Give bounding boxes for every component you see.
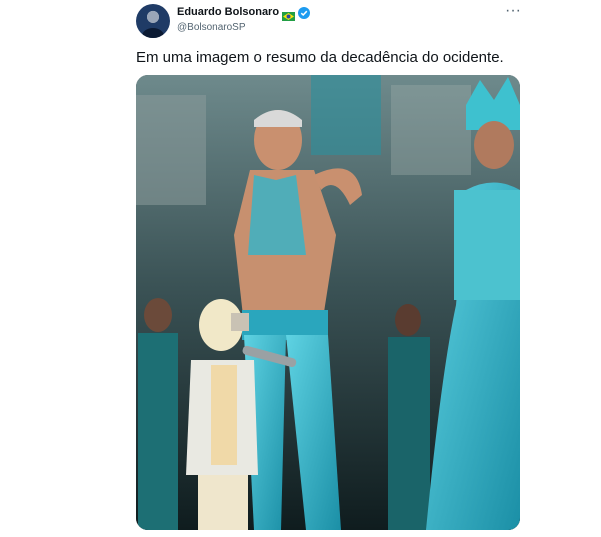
author-display-name[interactable]: Eduardo Bolsonaro <box>177 6 279 18</box>
more-options-icon[interactable]: ··· <box>505 2 521 20</box>
stage-photo <box>136 75 520 530</box>
tweet-media-photo[interactable] <box>136 75 520 530</box>
verified-badge-icon <box>298 6 311 19</box>
tweet-text: Em uma imagem o resumo da decadência do … <box>136 49 504 66</box>
tweet: Eduardo Bolsonaro @BolsonaroSP ··· Em um… <box>0 0 601 537</box>
author-name-row: Eduardo Bolsonaro <box>177 6 311 21</box>
author-handle[interactable]: @BolsonaroSP <box>177 22 246 33</box>
brazil-flag-icon <box>282 8 296 21</box>
avatar-figure <box>142 28 164 38</box>
avatar[interactable] <box>136 4 170 38</box>
